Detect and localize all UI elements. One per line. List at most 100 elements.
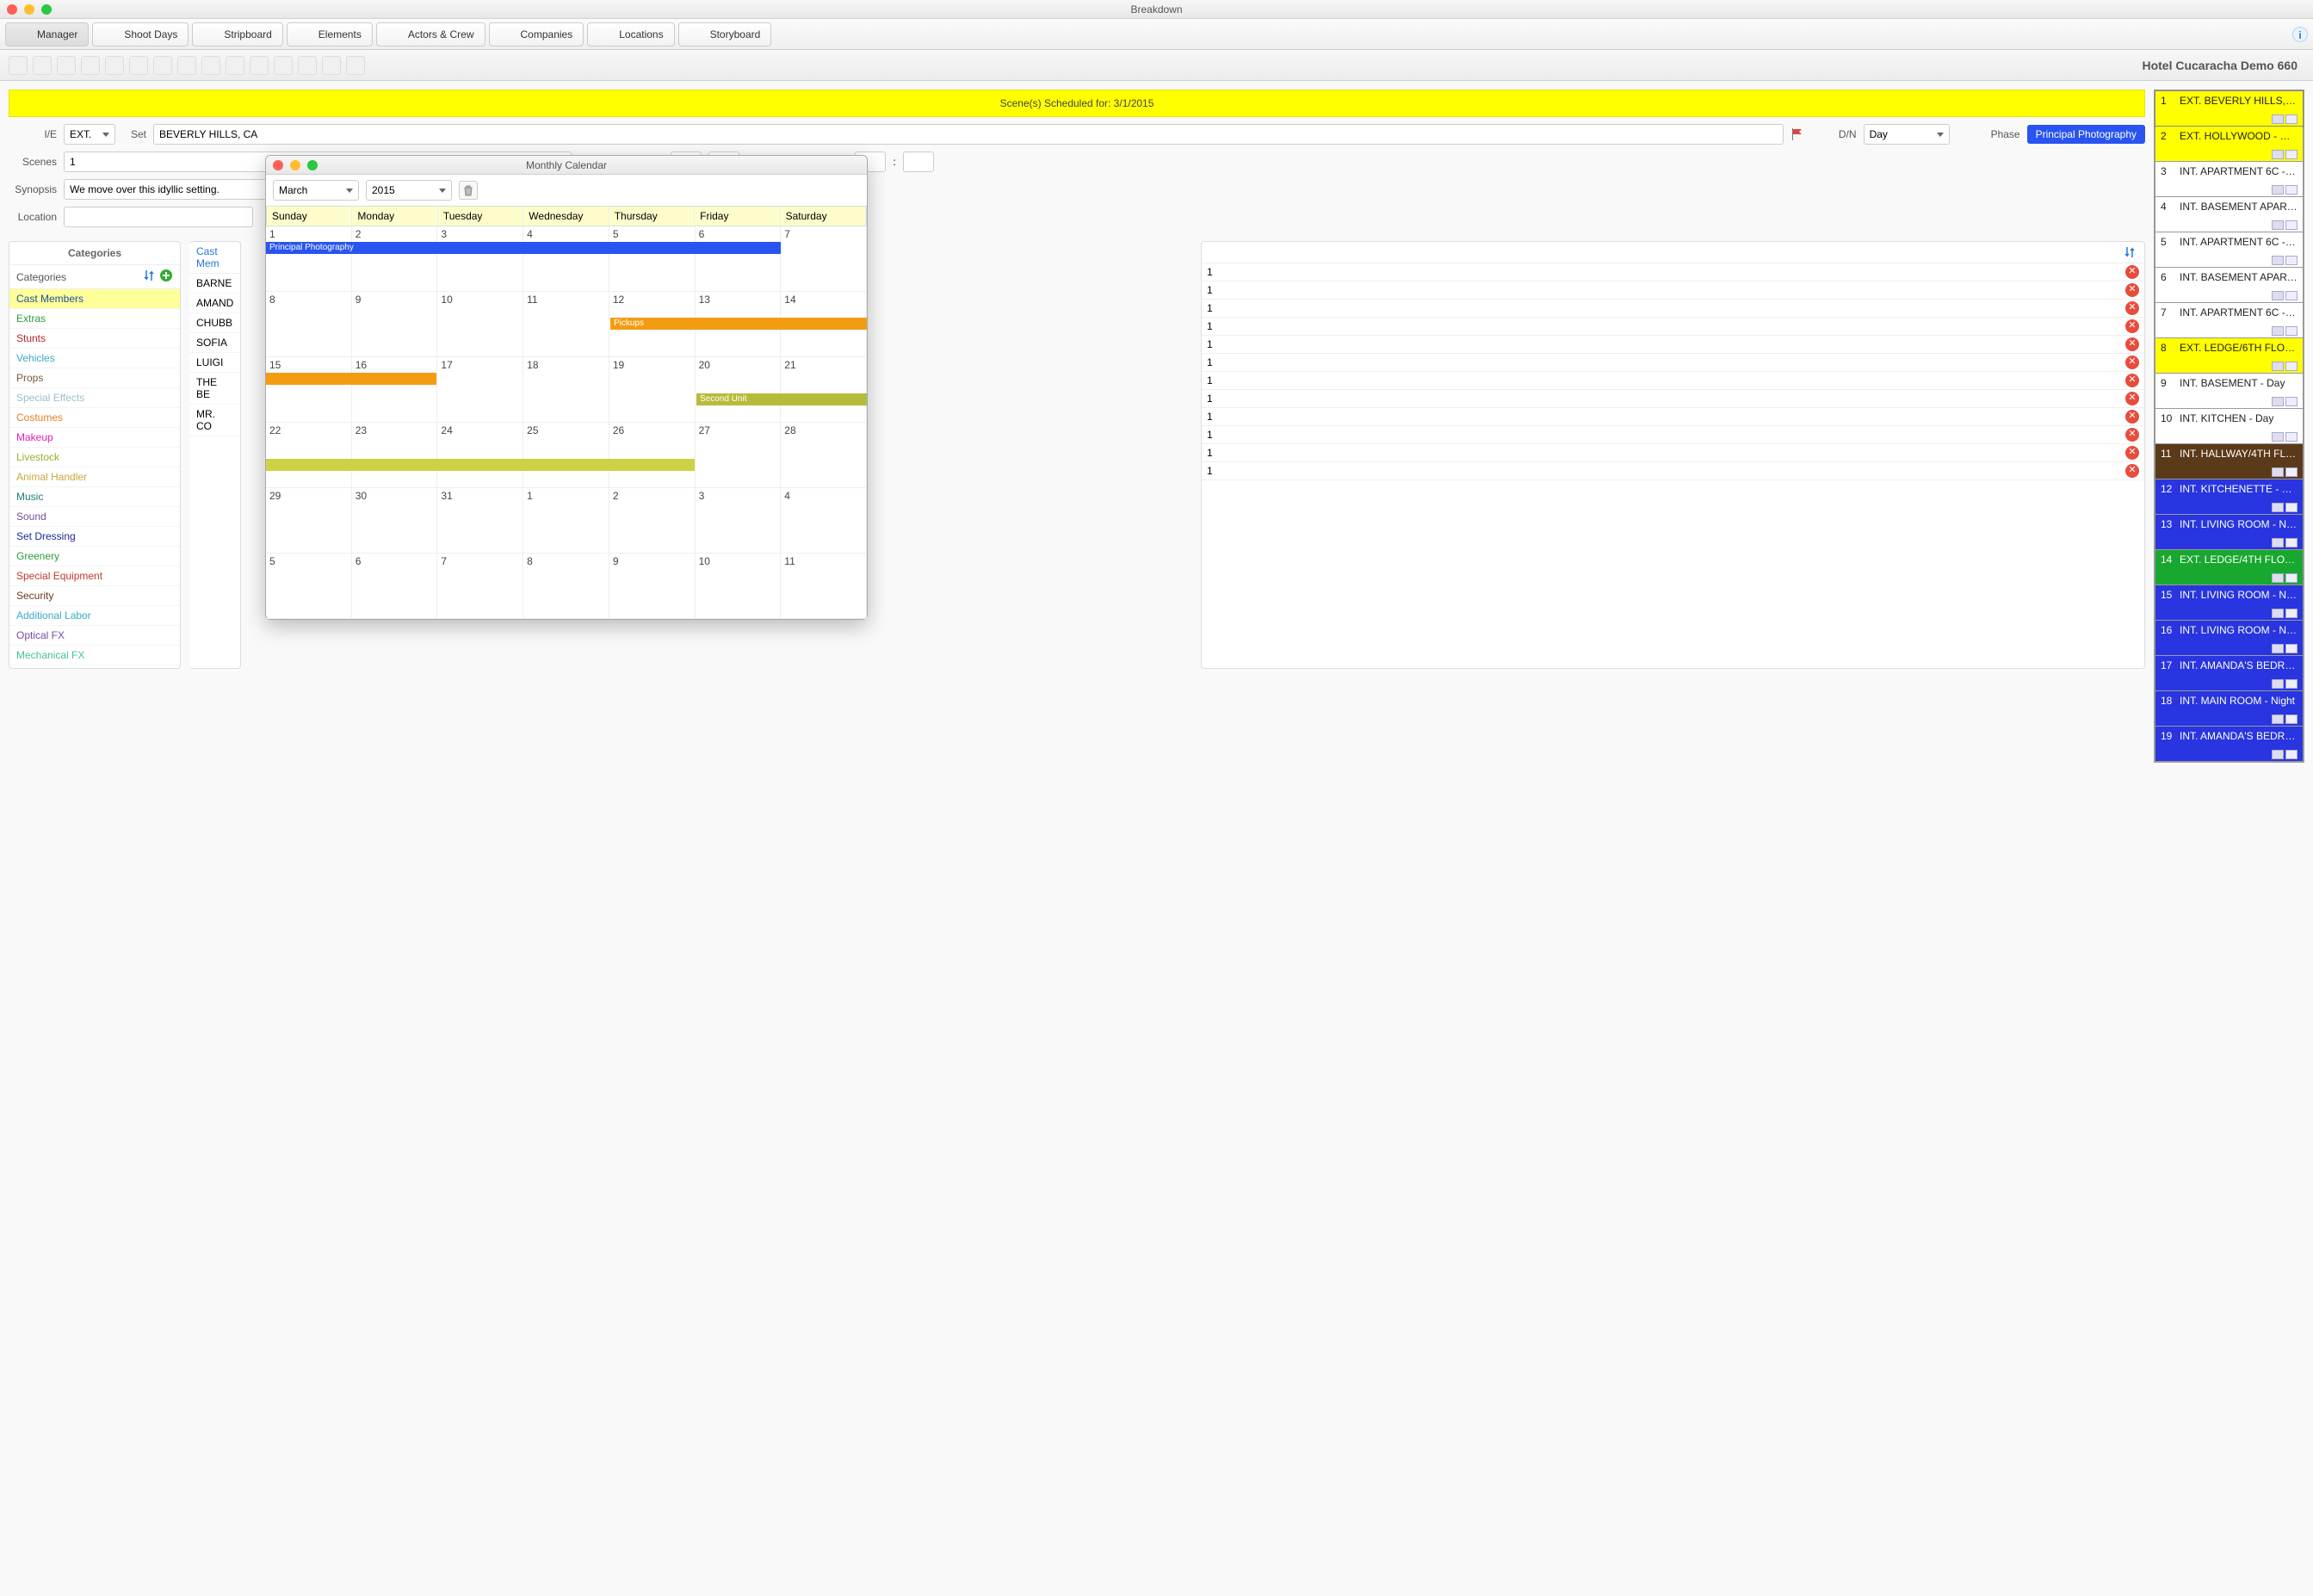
delete-icon[interactable]: ✕ xyxy=(2125,301,2139,315)
calendar-cell[interactable]: 5 xyxy=(266,554,352,619)
flag-icon[interactable] xyxy=(1790,127,1806,141)
calendar-cell[interactable]: 19 xyxy=(609,357,696,423)
sort-icon[interactable] xyxy=(143,269,157,282)
tab-companies[interactable]: Companies xyxy=(489,22,584,46)
scene-strip[interactable]: 15INT. LIVING ROOM - Night xyxy=(2155,585,2303,620)
category-item[interactable]: Special Effects xyxy=(9,388,180,408)
calendar-cell[interactable]: 8 xyxy=(523,554,609,619)
delete-icon[interactable]: ✕ xyxy=(2125,283,2139,297)
list-icon[interactable] xyxy=(105,56,124,75)
cast-item[interactable]: AMAND xyxy=(189,294,240,313)
table-icon[interactable] xyxy=(177,56,196,75)
zoom-icon[interactable] xyxy=(307,160,318,170)
scene-strip[interactable]: 3INT. APARTMENT 6C - Day xyxy=(2155,162,2303,196)
print-icon[interactable] xyxy=(81,56,100,75)
category-item[interactable]: Additional Labor xyxy=(9,606,180,626)
scene-strip[interactable]: 16INT. LIVING ROOM - Night xyxy=(2155,621,2303,655)
category-item[interactable]: Miscellaneous xyxy=(9,665,180,668)
calendar-cell[interactable]: 4 xyxy=(523,226,609,292)
calendar-event[interactable]: Principal Photography xyxy=(266,242,781,254)
calendar-cell[interactable]: 31 xyxy=(437,488,523,554)
delete-icon[interactable]: ✕ xyxy=(2125,410,2139,424)
scene-strip[interactable]: 13INT. LIVING ROOM - Night xyxy=(2155,515,2303,549)
tab-manager[interactable]: Manager xyxy=(5,22,89,46)
set-input[interactable] xyxy=(153,124,1784,145)
calendar-cell[interactable]: 27 xyxy=(696,423,782,488)
scene-strips[interactable]: 1EXT. BEVERLY HILLS, CA -2EXT. HOLLYWOOD… xyxy=(2154,90,2304,763)
delete-icon[interactable]: ✕ xyxy=(2125,356,2139,369)
calendar-cell[interactable]: 9 xyxy=(609,554,696,619)
scene-strip[interactable]: 9INT. BASEMENT - Day xyxy=(2155,374,2303,408)
delete-doc-icon[interactable] xyxy=(33,56,52,75)
scene-strip[interactable]: 18INT. MAIN ROOM - Night xyxy=(2155,691,2303,726)
calendar-cell[interactable]: 10 xyxy=(696,554,782,619)
calendar-cell[interactable]: 2 xyxy=(609,488,696,554)
category-item[interactable]: Greenery xyxy=(9,547,180,566)
calendar-cell[interactable]: 26 xyxy=(609,423,696,488)
delete-icon[interactable]: ✕ xyxy=(2125,392,2139,405)
export-icon[interactable] xyxy=(129,56,148,75)
close-icon[interactable] xyxy=(273,160,283,170)
globe-add-icon[interactable] xyxy=(298,56,317,75)
calendar-grid[interactable]: 1234567891011121314151617181920212223242… xyxy=(266,226,867,619)
calendar-cell[interactable]: 21 xyxy=(781,357,867,423)
cast-item[interactable]: SOFIA xyxy=(189,333,240,353)
delete-icon[interactable]: ✕ xyxy=(2125,446,2139,460)
delete-icon[interactable]: ✕ xyxy=(2125,428,2139,442)
scene-strip[interactable]: 4INT. BASEMENT APARTMENT xyxy=(2155,197,2303,232)
calendar-cell[interactable]: 22 xyxy=(266,423,352,488)
month-select[interactable]: March xyxy=(273,180,359,201)
calendar-cell[interactable]: 3 xyxy=(437,226,523,292)
zoom-icon[interactable] xyxy=(41,4,52,15)
tab-storyboard[interactable]: Storyboard xyxy=(678,22,772,46)
category-item[interactable]: Costumes xyxy=(9,408,180,428)
category-item[interactable]: Extras xyxy=(9,309,180,329)
category-item[interactable]: Makeup xyxy=(9,428,180,448)
merge-icon[interactable] xyxy=(226,56,244,75)
calendar-cell[interactable]: 30 xyxy=(352,488,438,554)
calendar-event[interactable] xyxy=(266,373,436,385)
calendar-cell[interactable]: 1 xyxy=(523,488,609,554)
calendar-cell[interactable]: 23 xyxy=(352,423,438,488)
refresh-icon[interactable] xyxy=(322,56,341,75)
scene-strip[interactable]: 5INT. APARTMENT 6C - Day xyxy=(2155,232,2303,267)
category-item[interactable]: Props xyxy=(9,368,180,388)
add-icon[interactable] xyxy=(159,269,173,282)
calendar-cell[interactable]: 29 xyxy=(266,488,352,554)
phase-value[interactable]: Principal Photography xyxy=(2027,125,2145,144)
cast-item[interactable]: MR. CO xyxy=(189,405,240,436)
calendar-cell[interactable]: 6 xyxy=(352,554,438,619)
report-icon[interactable] xyxy=(153,56,172,75)
cast-item[interactable]: LUIGI xyxy=(189,353,240,373)
tab-actors-crew[interactable]: Actors & Crew xyxy=(376,22,485,46)
calendar-cell[interactable]: 10 xyxy=(437,292,523,357)
dn-select[interactable]: Day xyxy=(1864,124,1950,145)
category-item[interactable]: Cast Members xyxy=(9,289,180,309)
category-item[interactable]: Security xyxy=(9,586,180,606)
calendar-event[interactable]: Pickups xyxy=(610,318,867,330)
calendar-cell[interactable]: 7 xyxy=(437,554,523,619)
category-item[interactable]: Animal Handler xyxy=(9,467,180,487)
delete-icon[interactable]: ✕ xyxy=(2125,374,2139,387)
tab-stripboard[interactable]: Stripboard xyxy=(192,22,282,46)
copy-doc-icon[interactable] xyxy=(57,56,76,75)
cast-item[interactable]: BARNE xyxy=(189,274,240,294)
calendar-cell[interactable]: 4 xyxy=(781,488,867,554)
scene-strip[interactable]: 19INT. AMANDA'S BEDROOM - xyxy=(2155,727,2303,761)
scene-strip[interactable]: 14EXT. LEDGE/4TH FLOOR - xyxy=(2155,550,2303,585)
calendar-cell[interactable]: 6 xyxy=(696,226,782,292)
category-item[interactable]: Sound xyxy=(9,507,180,527)
tag-icon[interactable] xyxy=(250,56,269,75)
scene-strip[interactable]: 6INT. BASEMENT APARTMENT xyxy=(2155,268,2303,302)
category-item[interactable]: Vehicles xyxy=(9,349,180,368)
calendar-cell[interactable]: 28 xyxy=(781,423,867,488)
calendar-cell[interactable]: 2 xyxy=(352,226,438,292)
calendar-cell[interactable]: 24 xyxy=(437,423,523,488)
close-icon[interactable] xyxy=(7,4,17,15)
calendar-cell[interactable]: 17 xyxy=(437,357,523,423)
info-icon[interactable]: i xyxy=(2292,27,2308,42)
box-icon[interactable] xyxy=(346,56,365,75)
tab-shoot-days[interactable]: Shoot Days xyxy=(92,22,189,46)
calendar-cell[interactable]: 11 xyxy=(523,292,609,357)
location-input[interactable] xyxy=(64,207,253,227)
